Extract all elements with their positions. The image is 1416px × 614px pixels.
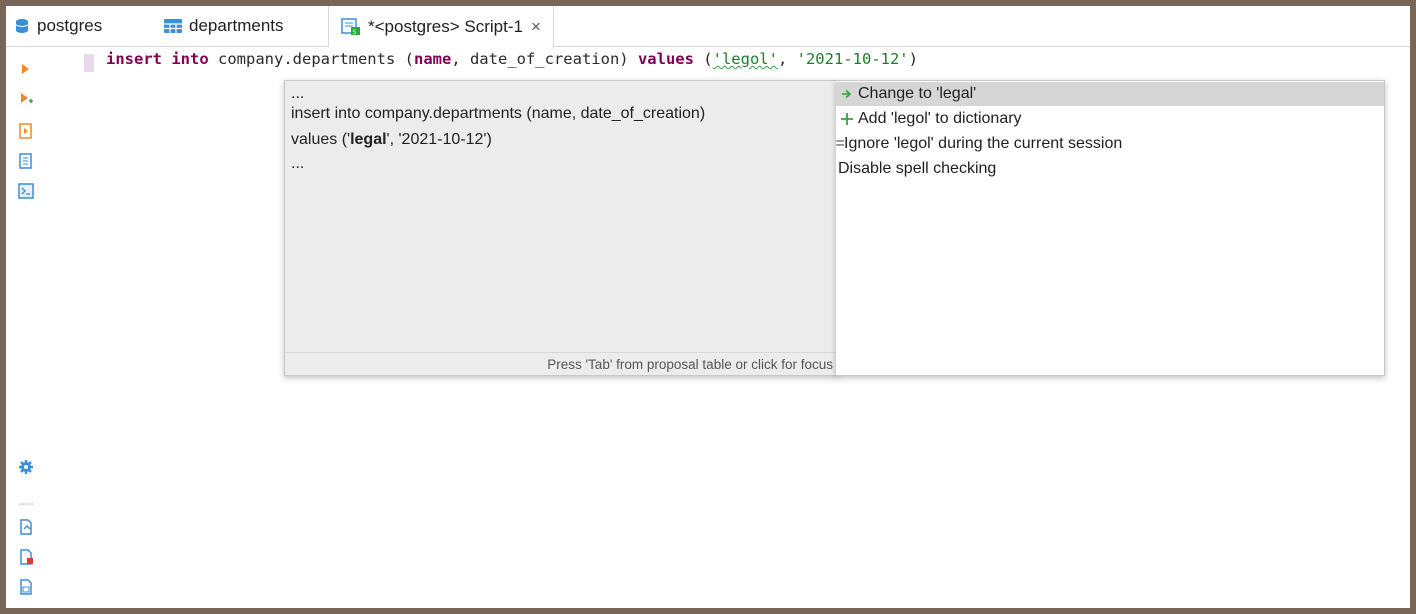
close-icon[interactable]: × (531, 17, 541, 37)
column-rest: , date_of_creation) (451, 50, 638, 68)
tab-script-1[interactable]: S *<postgres> Script-1 × (328, 6, 554, 47)
proposal-change-to-legal[interactable]: Change to 'legal' (836, 82, 1384, 106)
tab-label: postgres (37, 16, 103, 35)
gear-icon[interactable] (18, 459, 34, 475)
preview-correction: legal (350, 131, 387, 148)
svg-text:S: S (353, 29, 357, 36)
keyword-values: values (637, 50, 694, 68)
preview-line: values ('legal', '2021-10-12') (291, 131, 492, 148)
execute-script-icon[interactable] (18, 123, 34, 139)
database-icon (14, 18, 30, 34)
editor-tab-bar: postgres departments S *<postgres> Scrip… (6, 6, 1410, 47)
quickfix-preview-panel[interactable]: ... insert into company.departments (nam… (284, 80, 838, 376)
console-icon[interactable] (18, 183, 34, 199)
preview-line: insert into company.departments (name, d… (291, 105, 706, 122)
table-icon (164, 19, 182, 33)
preview-focus-hint[interactable]: Press 'Tab' from proposal table or click… (285, 352, 837, 375)
paren-close: ) (908, 50, 918, 68)
tab-label: departments (189, 16, 284, 35)
editor-toolbar (6, 47, 42, 614)
execute-statement-icon[interactable] (18, 61, 34, 77)
proposal-ignore-in-session[interactable]: = Ignore 'legol' during the current sess… (835, 132, 1384, 156)
preview-ellipsis-bottom: ... (291, 155, 305, 172)
paren-open: ( (693, 50, 713, 68)
table-name: company.departments ( (208, 50, 414, 68)
app-window: postgres departments S *<postgres> Scrip… (0, 0, 1416, 614)
divider-dots (18, 493, 34, 505)
tab-departments[interactable]: departments (164, 6, 284, 46)
proposal-add-to-dictionary[interactable]: Add 'legol' to dictionary (836, 107, 1384, 131)
comma: , (777, 50, 797, 68)
current-line-marker (84, 54, 94, 72)
quickfix-proposal-list: Change to 'legal' Add 'legol' to diction… (835, 80, 1385, 376)
plus-icon (836, 112, 858, 126)
execute-script-new-tabs-icon[interactable] (18, 153, 34, 169)
tab-postgres[interactable]: postgres (14, 6, 102, 46)
load-script-icon[interactable] (18, 519, 34, 535)
keyword-insert: insert (106, 50, 162, 68)
column-name: name (413, 50, 452, 68)
ignore-icon: = (835, 135, 845, 152)
date-string: '2021-10-12' (796, 50, 909, 68)
execute-in-new-tab-icon[interactable] (18, 91, 34, 107)
sql-script-icon: S (341, 17, 361, 36)
change-arrow-icon (836, 89, 858, 99)
keyword-into: into (171, 50, 209, 68)
misspelled-string[interactable]: 'legol' (713, 50, 778, 68)
preview-ellipsis-top: ... (291, 85, 305, 102)
proposal-disable-spell-checking[interactable]: Disable spell checking (836, 157, 1384, 181)
tab-label: *<postgres> Script-1 (368, 16, 523, 36)
save-script-icon[interactable] (18, 549, 34, 565)
sql-editor-line[interactable]: insert into company.departments (name, d… (106, 50, 918, 68)
export-script-icon[interactable] (18, 579, 34, 595)
